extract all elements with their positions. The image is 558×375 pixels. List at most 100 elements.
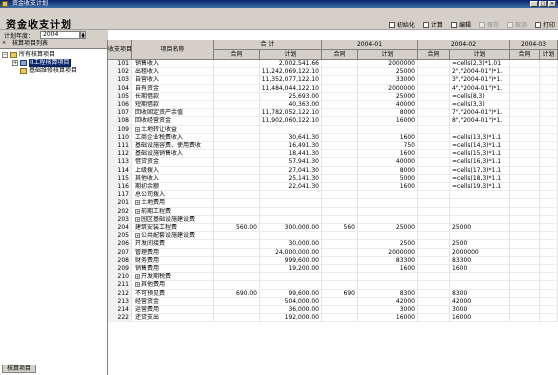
p2-cell[interactable]: [450, 215, 510, 224]
p3-cell[interactable]: [540, 273, 558, 282]
p1-cell[interactable]: [358, 215, 418, 224]
h2-cell[interactable]: [418, 256, 450, 265]
item-code[interactable]: 209: [108, 265, 132, 274]
h2-cell[interactable]: [418, 68, 450, 77]
p3-cell[interactable]: [540, 256, 558, 265]
p1-cell[interactable]: 16000: [358, 117, 418, 126]
col-header-plan[interactable]: 计划: [540, 50, 558, 60]
table-row[interactable]: 110 工商企业税费收入 30,641.30 1600 =cells(13,3)*1.1: [108, 133, 558, 142]
h3-cell[interactable]: [510, 68, 540, 77]
year-spinner[interactable]: ▲ ▼: [80, 31, 86, 39]
p2-cell[interactable]: [450, 191, 510, 200]
hp-cell[interactable]: 11,352,077,122.10: [260, 76, 322, 85]
item-code[interactable]: 112: [108, 150, 132, 159]
item-code[interactable]: 206: [108, 240, 132, 249]
cancel-button[interactable]: 取消: [504, 20, 530, 29]
col-header-plan[interactable]: 计划: [450, 50, 510, 60]
hp-cell[interactable]: 30,641.30: [260, 133, 322, 142]
table-row[interactable]: 213 经营资金 504,000.00 42000 42000: [108, 297, 558, 306]
h3-cell[interactable]: [510, 174, 540, 183]
table-row[interactable]: 109 + 土地转让收益: [108, 125, 558, 134]
h3-cell[interactable]: [510, 84, 540, 93]
item-name-cell[interactable]: 经营资金: [132, 297, 214, 306]
p2-cell[interactable]: 7","2004-01")*1.: [450, 109, 510, 118]
h1-cell[interactable]: [322, 297, 358, 306]
h3-cell[interactable]: [510, 240, 540, 249]
p1-cell[interactable]: 2000000: [358, 248, 418, 257]
h3-cell[interactable]: [510, 150, 540, 159]
hj-cell[interactable]: [214, 174, 260, 183]
p1-cell[interactable]: 25000: [358, 68, 418, 77]
h2-cell[interactable]: [418, 297, 450, 306]
h3-cell[interactable]: [510, 248, 540, 257]
p3-cell[interactable]: [540, 240, 558, 249]
hp-cell[interactable]: 25,141.30: [260, 174, 322, 183]
table-row[interactable]: 202 + 前期工程费: [108, 207, 558, 216]
h2-cell[interactable]: [418, 306, 450, 315]
item-code[interactable]: 109: [108, 125, 132, 134]
p2-cell[interactable]: =cells(13,3)*1.1: [450, 133, 510, 142]
hp-cell[interactable]: 11,902,060,122.10: [260, 117, 322, 126]
expand-icon[interactable]: +: [135, 274, 140, 280]
p3-cell[interactable]: [540, 68, 558, 77]
hp-cell[interactable]: 18,441.30: [260, 150, 322, 159]
h2-cell[interactable]: [418, 150, 450, 159]
p3-cell[interactable]: [540, 174, 558, 183]
close-icon[interactable]: ×: [2, 41, 8, 47]
h2-cell[interactable]: [418, 60, 450, 69]
p1-cell[interactable]: 25000: [358, 92, 418, 101]
hp-cell[interactable]: 192,000.00: [260, 314, 322, 323]
item-name-cell[interactable]: + 前期工程费: [132, 207, 214, 216]
p3-cell[interactable]: [540, 281, 558, 290]
p3-cell[interactable]: [540, 101, 558, 110]
h1-cell[interactable]: [322, 265, 358, 274]
item-name-cell[interactable]: 长期借款: [132, 92, 214, 101]
h2-cell[interactable]: [418, 76, 450, 85]
p3-cell[interactable]: [540, 166, 558, 175]
hp-cell[interactable]: 11,782,052,122.10: [260, 109, 322, 118]
hp-cell[interactable]: 504,000.00: [260, 297, 322, 306]
h1-cell[interactable]: [322, 232, 358, 241]
expand-icon[interactable]: +: [12, 60, 18, 66]
h1-cell[interactable]: 690: [322, 289, 358, 298]
p3-cell[interactable]: [540, 207, 558, 216]
item-code[interactable]: 110: [108, 133, 132, 142]
print-button[interactable]: 打印: [532, 20, 558, 29]
item-name-cell[interactable]: + 开发期税费: [132, 273, 214, 282]
item-code[interactable]: 202: [108, 207, 132, 216]
p1-cell[interactable]: [358, 191, 418, 200]
table-row[interactable]: 205 + 公共配套设施建设费: [108, 232, 558, 241]
table-row[interactable]: 108 回收经营资金 11,902,060,122.10 16000 8","2004-…: [108, 117, 558, 126]
h3-cell[interactable]: [510, 158, 540, 167]
p3-cell[interactable]: [540, 215, 558, 224]
h1-cell[interactable]: [322, 166, 358, 175]
hj-cell[interactable]: [214, 76, 260, 85]
item-name-cell[interactable]: 不可预见费: [132, 289, 214, 298]
p2-cell[interactable]: [450, 207, 510, 216]
h1-cell[interactable]: [322, 117, 358, 126]
item-name-cell[interactable]: + 土地转让收益: [132, 125, 214, 134]
col-header-code[interactable]: 收支项目: [108, 40, 132, 60]
h3-cell[interactable]: [510, 183, 540, 192]
p2-cell[interactable]: =cells(8,3): [450, 92, 510, 101]
item-code[interactable]: 104: [108, 84, 132, 93]
table-row[interactable]: 214 运营费用 36,000.00 3000 3000: [108, 306, 558, 315]
h1-cell[interactable]: [322, 281, 358, 290]
h3-cell[interactable]: [510, 232, 540, 241]
hp-cell[interactable]: 300,000.00: [260, 224, 322, 233]
p2-cell[interactable]: 83300: [450, 256, 510, 265]
h1-cell[interactable]: [322, 101, 358, 110]
expand-icon[interactable]: +: [135, 126, 140, 132]
h1-cell[interactable]: [322, 92, 358, 101]
item-name-cell[interactable]: + 土地费用: [132, 199, 214, 208]
h2-cell[interactable]: [418, 133, 450, 142]
col-header-contract[interactable]: 合同: [510, 50, 540, 60]
h3-cell[interactable]: [510, 256, 540, 265]
p1-cell[interactable]: [358, 207, 418, 216]
table-row[interactable]: 107 回收固定资产余值 11,782,052,122.10 8000 7","2004…: [108, 109, 558, 118]
p1-cell[interactable]: 1600: [358, 133, 418, 142]
expand-icon[interactable]: +: [135, 200, 140, 206]
p1-cell[interactable]: [358, 273, 418, 282]
hj-cell[interactable]: [214, 232, 260, 241]
h3-cell[interactable]: [510, 273, 540, 282]
